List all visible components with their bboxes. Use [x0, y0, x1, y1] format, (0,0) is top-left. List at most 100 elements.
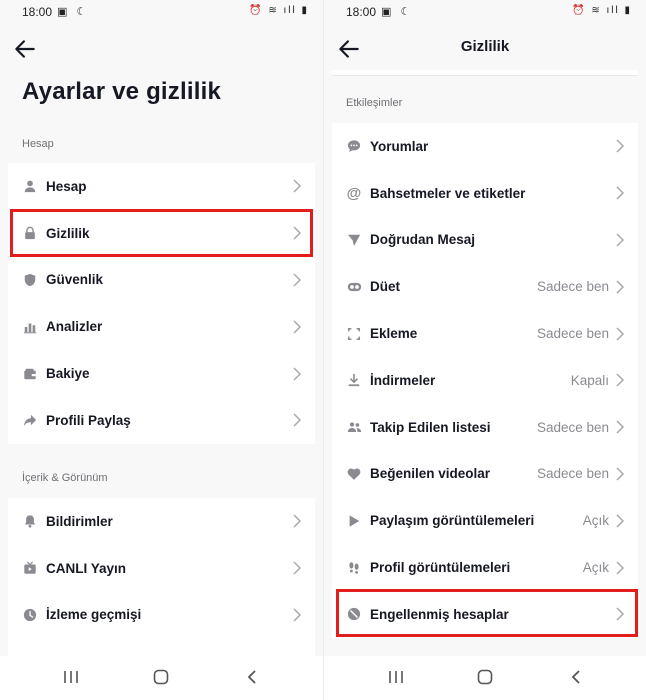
privacy-item-label: Takip Edilen listesi [370, 419, 491, 435]
status-notification-icons: ▣ ☾ [381, 6, 414, 18]
settings-item-watch-history[interactable]: İzleme geçmişi [8, 592, 315, 639]
chevron-right-icon [293, 608, 302, 622]
settings-item-label: Hesap [46, 178, 87, 194]
scroll-divider [332, 70, 638, 76]
share-icon [22, 412, 38, 428]
privacy-item-label: Ekleme [370, 326, 418, 342]
privacy-item-profile-views[interactable]: Profil görüntülemeleri Açık [332, 544, 638, 591]
duet-icon [346, 279, 362, 295]
chevron-right-icon [616, 607, 625, 621]
status-time: 18:00 [22, 5, 53, 19]
recent-apps-icon[interactable] [62, 668, 80, 686]
at-sign-icon: @ [346, 184, 362, 202]
home-icon[interactable] [476, 668, 494, 686]
shield-icon [22, 272, 38, 288]
privacy-item-value: Açık [582, 513, 609, 529]
chevron-right-icon [293, 320, 302, 334]
privacy-item-label: Paylaşım görüntülemeleri [370, 513, 535, 529]
privacy-item-post-views[interactable]: Paylaşım görüntülemeleri Açık [332, 497, 638, 544]
privacy-item-duet[interactable]: Düet Sadece ben [332, 263, 638, 310]
privacy-item-stitch[interactable]: Ekleme Sadece ben [332, 310, 638, 357]
settings-item-security[interactable]: Güvenlik [8, 257, 315, 304]
play-icon [346, 513, 362, 529]
settings-item-label: Profili Paylaş [46, 412, 131, 428]
chevron-right-icon [293, 179, 302, 193]
chevron-right-icon [293, 561, 302, 575]
privacy-item-comments[interactable]: Yorumlar [332, 123, 638, 170]
status-bar: 18:00 ▣ ☾ ⏰ ≋ ıll ▮ [324, 0, 646, 24]
chevron-right-icon [616, 327, 625, 341]
privacy-item-direct-message[interactable]: Doğrudan Mesaj [332, 217, 638, 264]
settings-item-label: Analizler [46, 319, 103, 335]
privacy-item-mentions[interactable]: @ Bahsetmeler ve etiketler [332, 170, 638, 217]
privacy-item-following-list[interactable]: Takip Edilen listesi Sadece ben [332, 404, 638, 451]
privacy-item-value: Sadece ben [536, 326, 609, 342]
privacy-item-label: Bahsetmeler ve etiketler [370, 185, 526, 201]
content-settings-card: Bildirimler CANLI Yayın İzleme geçmişi [8, 498, 315, 658]
settings-item-label: Bakiye [46, 366, 90, 382]
privacy-panel: 18:00 ▣ ☾ ⏰ ≋ ıll ▮ Gizlilik Etkileşimle… [323, 0, 646, 700]
chevron-right-icon [616, 280, 625, 294]
privacy-item-label: Engellenmiş hesaplar [370, 606, 509, 622]
privacy-item-label: Profil görüntülemeleri [370, 560, 511, 576]
account-settings-card: Hesap Gizlilik Güvenlik Analizler Bakiye… [8, 163, 315, 444]
bar-chart-icon [22, 319, 38, 335]
privacy-item-value: Sadece ben [536, 279, 609, 295]
status-notification-icons: ▣ ☾ [57, 6, 90, 18]
chevron-right-icon [616, 514, 625, 528]
privacy-item-value: Açık [582, 560, 609, 576]
chevron-right-icon [616, 561, 625, 575]
settings-item-label: Güvenlik [46, 272, 104, 288]
system-back-icon[interactable] [567, 668, 585, 686]
system-nav-bar [0, 656, 323, 700]
wallet-icon [22, 366, 38, 382]
home-icon[interactable] [152, 668, 170, 686]
back-arrow-icon[interactable] [12, 36, 38, 62]
privacy-item-downloads[interactable]: İndirmeler Kapalı [332, 357, 638, 404]
download-icon [346, 372, 362, 388]
privacy-item-label: Beğenilen videolar [370, 466, 491, 482]
comment-icon [346, 138, 362, 154]
chevron-right-icon [616, 233, 625, 247]
chevron-right-icon [616, 373, 625, 387]
settings-item-notifications[interactable]: Bildirimler [8, 498, 315, 545]
settings-item-label: Bildirimler [46, 513, 113, 529]
recent-apps-icon[interactable] [387, 668, 405, 686]
send-icon [346, 232, 362, 248]
heart-icon [346, 466, 362, 482]
footprints-icon [346, 560, 362, 576]
status-bar: 18:00 ▣ ☾ ⏰ ≋ ıll ▮ [0, 0, 323, 24]
settings-panel: 18:00 ▣ ☾ ⏰ ≋ ıll ▮ Ayarlar ve gizlilik … [0, 0, 323, 700]
lock-icon [22, 225, 38, 241]
settings-item-live[interactable]: CANLI Yayın [8, 545, 315, 592]
settings-item-balance[interactable]: Bakiye [8, 350, 315, 397]
status-system-icons: ⏰ ≋ ıll ▮ [572, 5, 632, 16]
section-label-account: Hesap [22, 138, 54, 150]
system-back-icon[interactable] [243, 668, 261, 686]
settings-item-privacy[interactable]: Gizlilik [8, 210, 315, 257]
status-system-icons: ⏰ ≋ ıll ▮ [249, 5, 309, 16]
chevron-right-icon [293, 367, 302, 381]
people-icon [346, 419, 362, 435]
page-title: Gizlilik [460, 38, 510, 55]
settings-item-label: CANLI Yayın [46, 560, 127, 576]
privacy-item-label: İndirmeler [370, 372, 436, 388]
settings-item-account[interactable]: Hesap [8, 163, 315, 210]
privacy-item-liked-videos[interactable]: Beğenilen videolar Sadece ben [332, 451, 638, 498]
privacy-item-value: Sadece ben [536, 466, 609, 482]
block-icon [346, 606, 362, 622]
chevron-right-icon [616, 420, 625, 434]
status-time: 18:00 [346, 5, 377, 19]
chevron-right-icon [293, 273, 302, 287]
privacy-item-value: Kapalı [570, 372, 609, 388]
clock-icon [22, 607, 38, 623]
settings-item-share-profile[interactable]: Profili Paylaş [8, 397, 315, 444]
stitch-icon [346, 326, 362, 342]
page-title: Ayarlar ve gizlilik [22, 78, 222, 105]
chevron-right-icon [616, 186, 625, 200]
privacy-item-blocked-accounts[interactable]: Engellenmiş hesaplar [332, 591, 638, 638]
settings-item-analytics[interactable]: Analizler [8, 303, 315, 350]
privacy-item-label: Yorumlar [370, 138, 429, 154]
settings-item-label: Gizlilik [46, 225, 90, 241]
settings-item-label: İzleme geçmişi [46, 607, 142, 623]
